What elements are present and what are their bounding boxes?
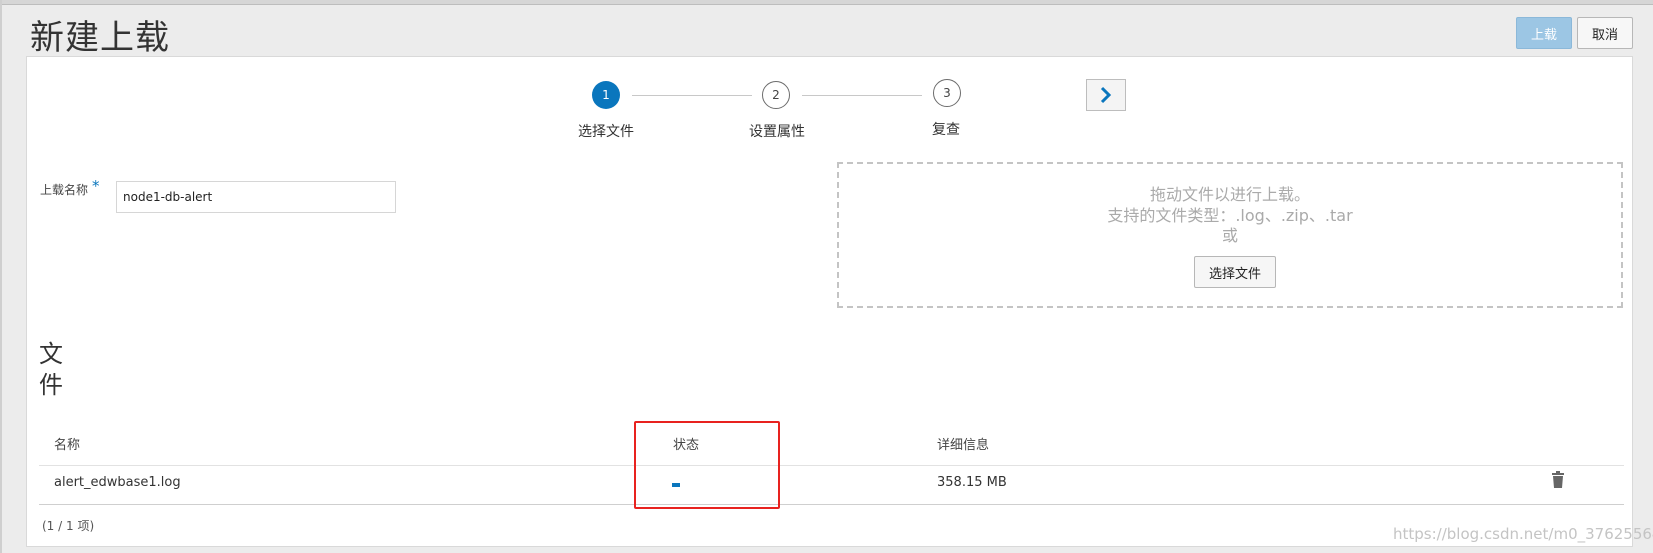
upload-panel: 1 选择文件 2 设置属性 3 复查 上载名称 * 拖动文件以进行上载。 支持的… bbox=[26, 56, 1633, 547]
step-connector bbox=[802, 95, 922, 96]
step-2-label: 设置属性 bbox=[749, 124, 805, 140]
watermark: https://blog.csdn.net/m0_37625564 bbox=[1393, 525, 1653, 543]
table-header-divider bbox=[39, 465, 1624, 466]
required-marker: * bbox=[92, 177, 100, 195]
step-2-indicator[interactable]: 2 bbox=[762, 81, 790, 109]
column-header-details[interactable]: 详细信息 bbox=[937, 434, 989, 453]
column-header-name[interactable]: 名称 bbox=[54, 434, 80, 453]
dropzone-or: 或 bbox=[1221, 226, 1238, 245]
upload-button[interactable]: 上载 bbox=[1516, 17, 1572, 49]
trash-icon[interactable] bbox=[1551, 471, 1565, 489]
step-3-indicator[interactable]: 3 bbox=[933, 79, 961, 107]
file-dropzone[interactable]: 拖动文件以进行上载。 支持的文件类型：.log、.zip、.tar 或 选择文件 bbox=[837, 162, 1623, 308]
step-connector bbox=[632, 95, 752, 96]
file-name-cell: alert_edwbase1.log bbox=[54, 475, 181, 490]
pagination-info: (1 / 1 项) bbox=[42, 519, 95, 533]
upload-name-input[interactable] bbox=[116, 181, 396, 213]
step-3-label: 复查 bbox=[932, 122, 960, 138]
page-title: 新建上载 bbox=[30, 18, 170, 58]
next-step-button[interactable] bbox=[1086, 79, 1126, 111]
cancel-button[interactable]: 取消 bbox=[1577, 17, 1633, 49]
chevron-right-icon bbox=[1100, 86, 1112, 104]
choose-file-button[interactable]: 选择文件 bbox=[1194, 256, 1276, 288]
table-bottom-divider bbox=[39, 504, 1624, 505]
window-left-border bbox=[0, 0, 2, 553]
files-heading: 文件 bbox=[39, 340, 63, 399]
step-1-indicator[interactable]: 1 bbox=[592, 81, 620, 109]
upload-name-label: 上载名称 bbox=[40, 183, 89, 197]
step-1-label: 选择文件 bbox=[578, 124, 634, 140]
window-top-border bbox=[0, 0, 1653, 5]
status-highlight-box bbox=[634, 421, 780, 509]
file-size-cell: 358.15 MB bbox=[937, 475, 1007, 490]
